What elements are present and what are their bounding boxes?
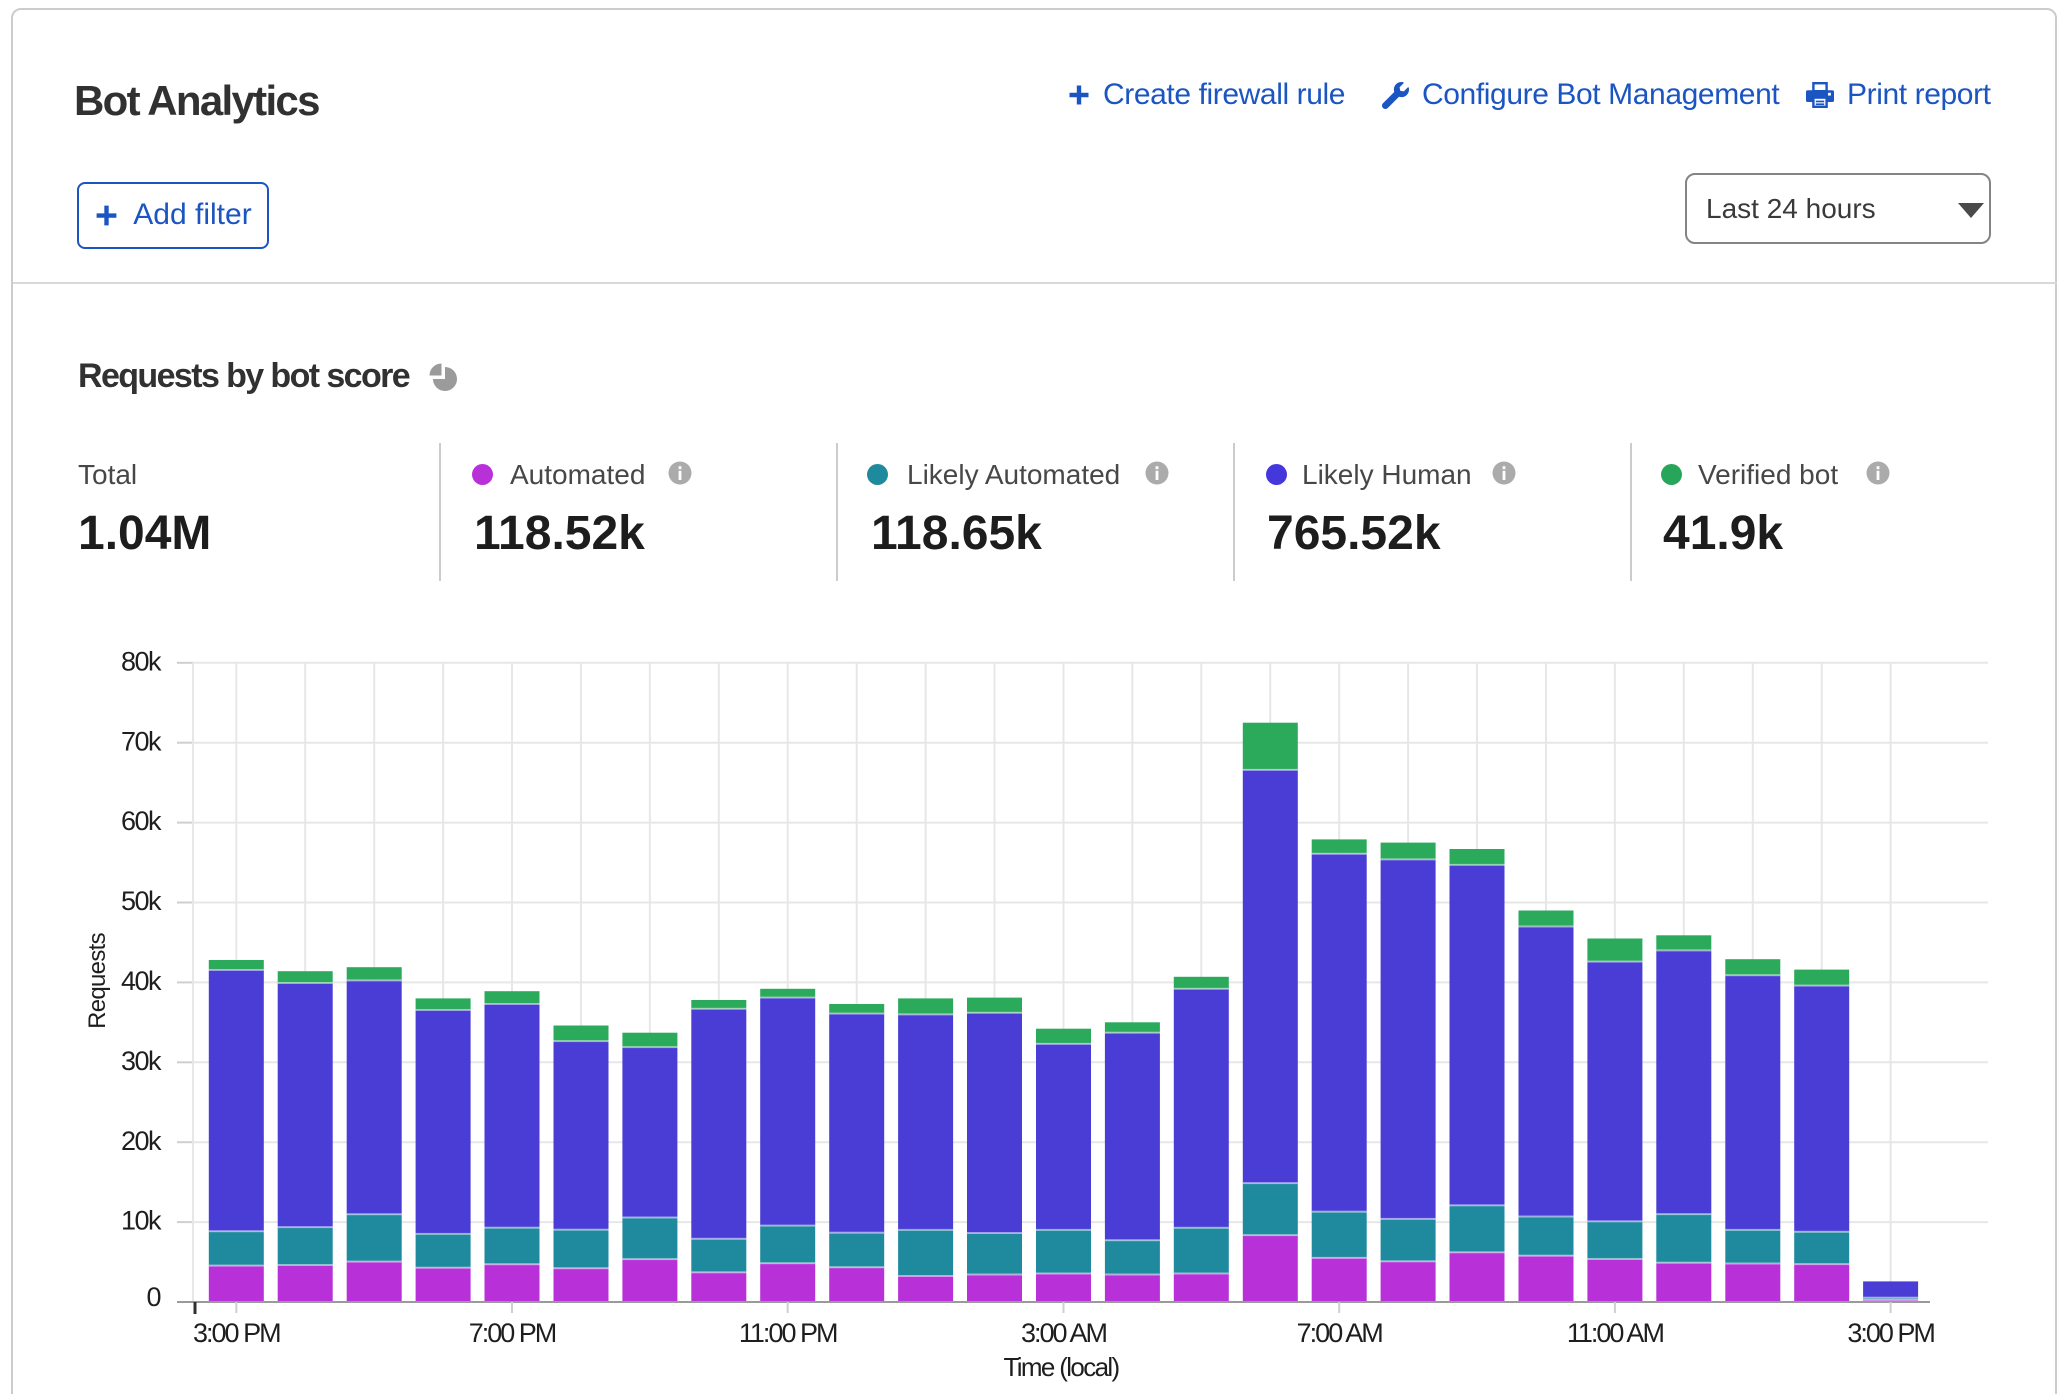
svg-text:7:00 PM: 7:00 PM [469,1318,556,1348]
svg-text:20k: 20k [121,1126,162,1156]
svg-text:Requests: Requests [84,932,111,1028]
svg-text:60k: 60k [121,806,162,836]
svg-text:80k: 80k [121,646,162,676]
svg-text:Time (local): Time (local) [1003,1352,1119,1382]
svg-text:3:00 PM: 3:00 PM [193,1318,280,1348]
svg-text:3:00 AM: 3:00 AM [1021,1318,1107,1348]
svg-text:30k: 30k [121,1046,162,1076]
svg-text:10k: 10k [121,1206,162,1236]
svg-text:11:00 AM: 11:00 AM [1567,1318,1664,1348]
svg-text:3:00 PM: 3:00 PM [1847,1318,1934,1348]
svg-text:11:00 PM: 11:00 PM [739,1318,837,1348]
svg-text:40k: 40k [121,966,162,996]
svg-text:0: 0 [146,1282,160,1312]
svg-text:70k: 70k [121,726,162,756]
svg-text:7:00 AM: 7:00 AM [1297,1318,1383,1348]
svg-text:50k: 50k [121,886,162,916]
